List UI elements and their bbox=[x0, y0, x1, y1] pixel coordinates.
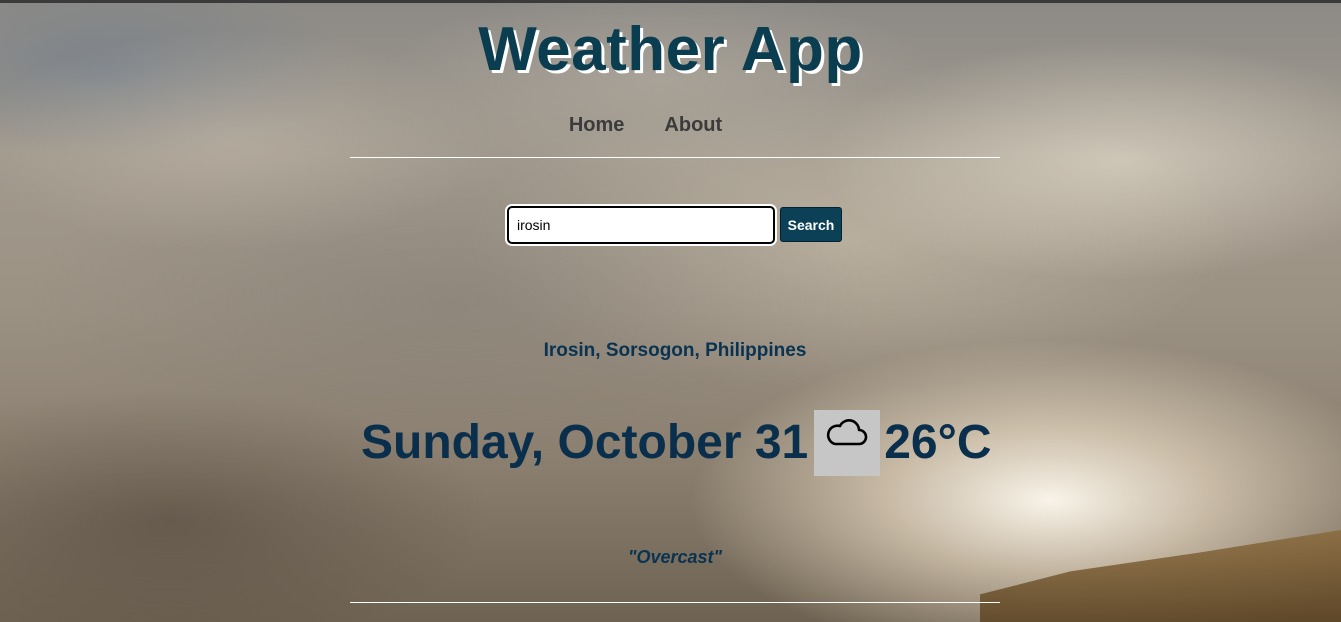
location-label: Irosin, Sorsogon, Philippines bbox=[543, 340, 807, 361]
window-top-border bbox=[0, 0, 1341, 3]
nav-home-link[interactable]: Home bbox=[569, 114, 625, 137]
temperature-label: 26°C bbox=[884, 416, 992, 469]
cloud-icon bbox=[814, 410, 881, 476]
weather-summary: Sunday, October 31 26°C bbox=[361, 410, 991, 476]
main-nav: Home About bbox=[0, 114, 1341, 137]
bottom-divider bbox=[350, 602, 1000, 603]
weather-description: "Overcast" bbox=[627, 547, 723, 567]
nav-about-link[interactable]: About bbox=[664, 114, 722, 137]
app-title: Weather App bbox=[478, 15, 863, 84]
background-hill bbox=[980, 530, 1341, 622]
search-input[interactable] bbox=[507, 206, 775, 244]
date-label: Sunday, October 31 bbox=[361, 416, 809, 469]
search-button[interactable]: Search bbox=[780, 207, 842, 242]
top-divider bbox=[350, 157, 1000, 158]
